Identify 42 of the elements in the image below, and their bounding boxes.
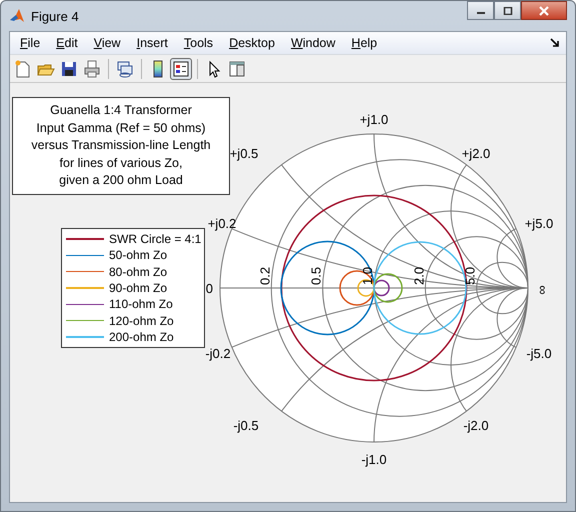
legend-label: 200-ohm Zo (109, 330, 174, 344)
axis-label: -j5.0 (526, 346, 552, 361)
axis-label: -j2.0 (463, 418, 489, 433)
legend-label: SWR Circle = 4:1 (109, 232, 202, 246)
annotation-text: Guanella 1:4 Transformer Input Gamma (Ref = 50 ohms) versus Transmission-line Length for lines of various Zo, given a 200 ohm Load (12, 97, 230, 194)
axis-label: +j0.5 (230, 146, 258, 161)
maximize-icon (502, 6, 512, 14)
axis-label: +j1.0 (360, 112, 388, 127)
legend-label: 90-ohm Zo (109, 281, 168, 296)
close-icon (538, 6, 550, 16)
axis-label: -j0.2 (205, 346, 231, 361)
close-button[interactable] (521, 1, 567, 20)
menu-item[interactable]: Tools (176, 36, 222, 50)
legend-label: 110-ohm Zo (109, 297, 173, 312)
legend-icon[interactable] (170, 58, 192, 80)
menu-item[interactable]: File (12, 36, 48, 50)
axis-label: -j0.5 (233, 418, 259, 433)
axis-label: 2.0 (411, 266, 426, 285)
maximize-button[interactable] (494, 1, 521, 20)
axis-label: 5.0 (462, 266, 478, 285)
menu-item[interactable]: Window (282, 36, 344, 50)
menu-item[interactable]: Help (343, 36, 386, 50)
legend-label: 80-ohm Zo (109, 264, 168, 279)
axis-label: +j5.0 (524, 216, 554, 231)
minimize-button[interactable] (467, 1, 494, 20)
menu-item[interactable]: Desktop (221, 36, 283, 50)
axis-label: ∞ (536, 285, 551, 295)
window-title: Figure 4 (31, 8, 80, 24)
axis-label: -j1.0 (361, 452, 387, 467)
legend-label: 120-ohm Zo (109, 314, 174, 328)
axis-label: 0.5 (308, 266, 324, 285)
dock-arrow-icon[interactable] (550, 38, 560, 48)
menu-item[interactable]: Insert (128, 36, 176, 50)
axis-label: +j2.0 (462, 146, 490, 161)
axis-label: 0.2 (257, 266, 272, 285)
legend-label: 50-ohm Zo (109, 248, 168, 262)
axis-label: 1.0 (360, 266, 375, 285)
menu-item[interactable]: Edit (48, 36, 86, 50)
menu-item[interactable]: View (86, 36, 129, 50)
axis-label: +j0.2 (208, 216, 236, 231)
axis-label: 0 (206, 281, 213, 296)
app-icon (9, 8, 25, 24)
